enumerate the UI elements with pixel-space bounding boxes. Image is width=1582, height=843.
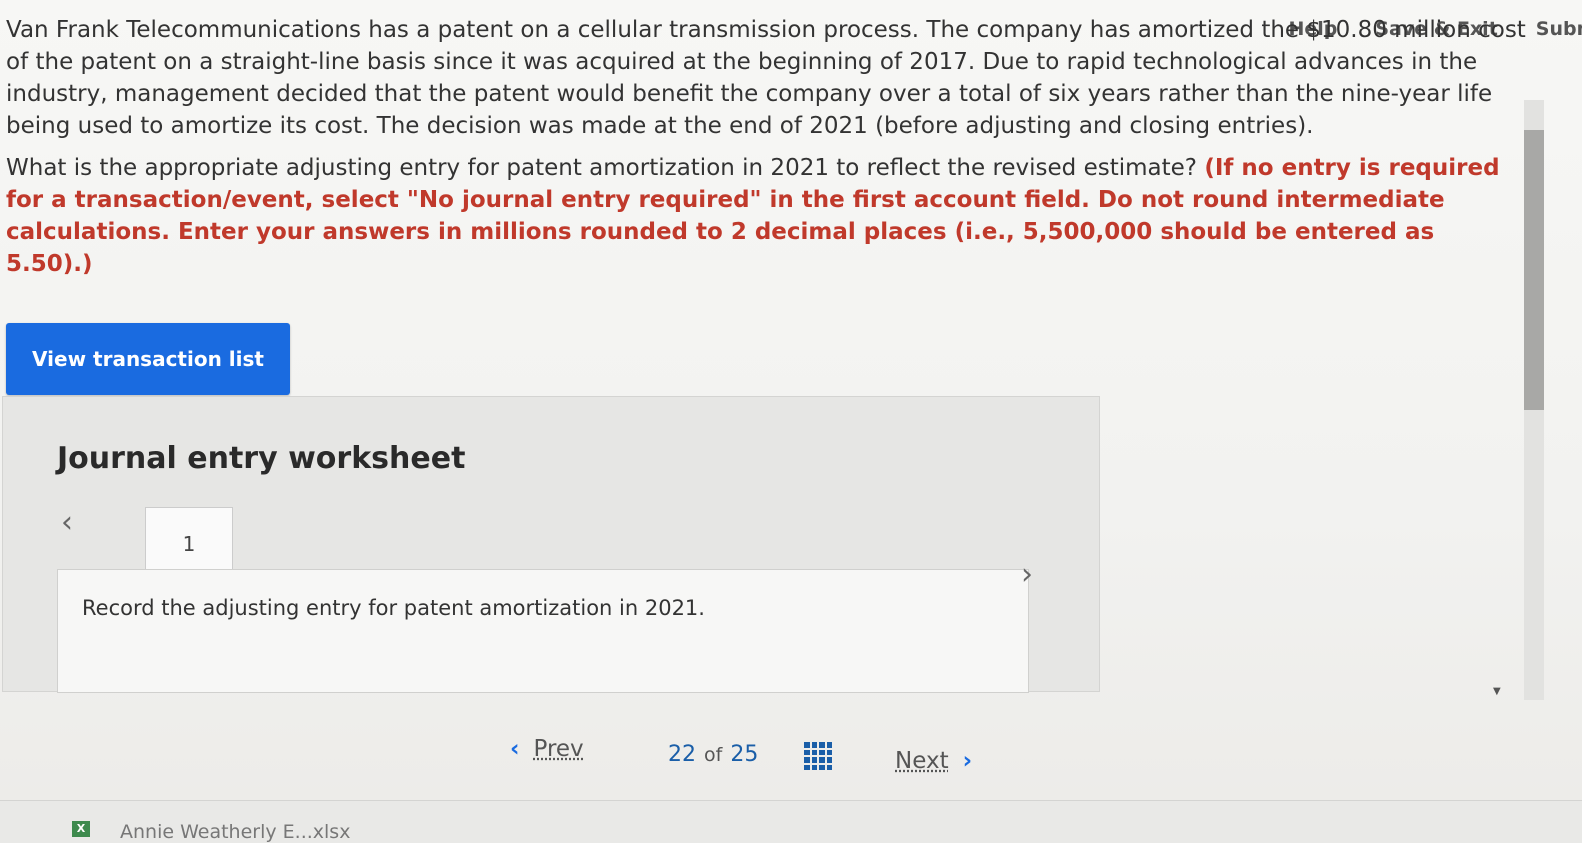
chevron-left-icon: ‹ bbox=[510, 736, 520, 762]
current-question: 22 bbox=[668, 742, 696, 767]
taskbar: X Annie Weatherly E...xlsx bbox=[0, 800, 1582, 843]
excel-file-icon[interactable]: X bbox=[72, 821, 90, 837]
view-transaction-list-button[interactable]: View transaction list bbox=[6, 323, 290, 395]
question-text: Van Frank Telecommunications has a paten… bbox=[6, 14, 1526, 290]
grid-icon[interactable] bbox=[804, 742, 832, 770]
worksheet-panel: Record the adjusting entry for patent am… bbox=[57, 569, 1029, 693]
question-paragraph-2: What is the appropriate adjusting entry … bbox=[6, 152, 1526, 280]
page: Help Save & Exit Submit Van Frank Teleco… bbox=[0, 0, 1582, 843]
question-navigation: ‹ Prev 22 of 25 Next › bbox=[0, 730, 1582, 800]
journal-entry-worksheet: Journal entry worksheet ‹ 1 Record the a… bbox=[2, 396, 1100, 693]
submit-link[interactable]: Submit bbox=[1536, 18, 1582, 40]
prev-label: Prev bbox=[533, 736, 584, 762]
question-paragraph-1: Van Frank Telecommunications has a paten… bbox=[6, 17, 1526, 139]
worksheet-title: Journal entry worksheet bbox=[57, 441, 466, 476]
next-button[interactable]: Next › bbox=[895, 748, 972, 774]
next-label: Next bbox=[895, 748, 949, 774]
taskbar-file-label[interactable]: Annie Weatherly E...xlsx bbox=[120, 821, 350, 843]
prev-button[interactable]: ‹ Prev bbox=[510, 736, 584, 762]
page-indicator: 22 of 25 bbox=[668, 742, 758, 767]
chevron-right-icon: › bbox=[962, 748, 973, 774]
scrollbar-thumb[interactable] bbox=[1524, 130, 1544, 410]
scroll-down-icon[interactable]: ▼ bbox=[1493, 686, 1501, 697]
question-prompt: What is the appropriate adjusting entry … bbox=[6, 155, 1205, 181]
total-questions: 25 bbox=[730, 742, 759, 767]
chevron-right-icon[interactable]: › bbox=[1021, 557, 1033, 592]
of-label: of bbox=[704, 744, 723, 766]
worksheet-instruction: Record the adjusting entry for patent am… bbox=[82, 596, 705, 620]
chevron-left-icon[interactable]: ‹ bbox=[61, 505, 73, 540]
